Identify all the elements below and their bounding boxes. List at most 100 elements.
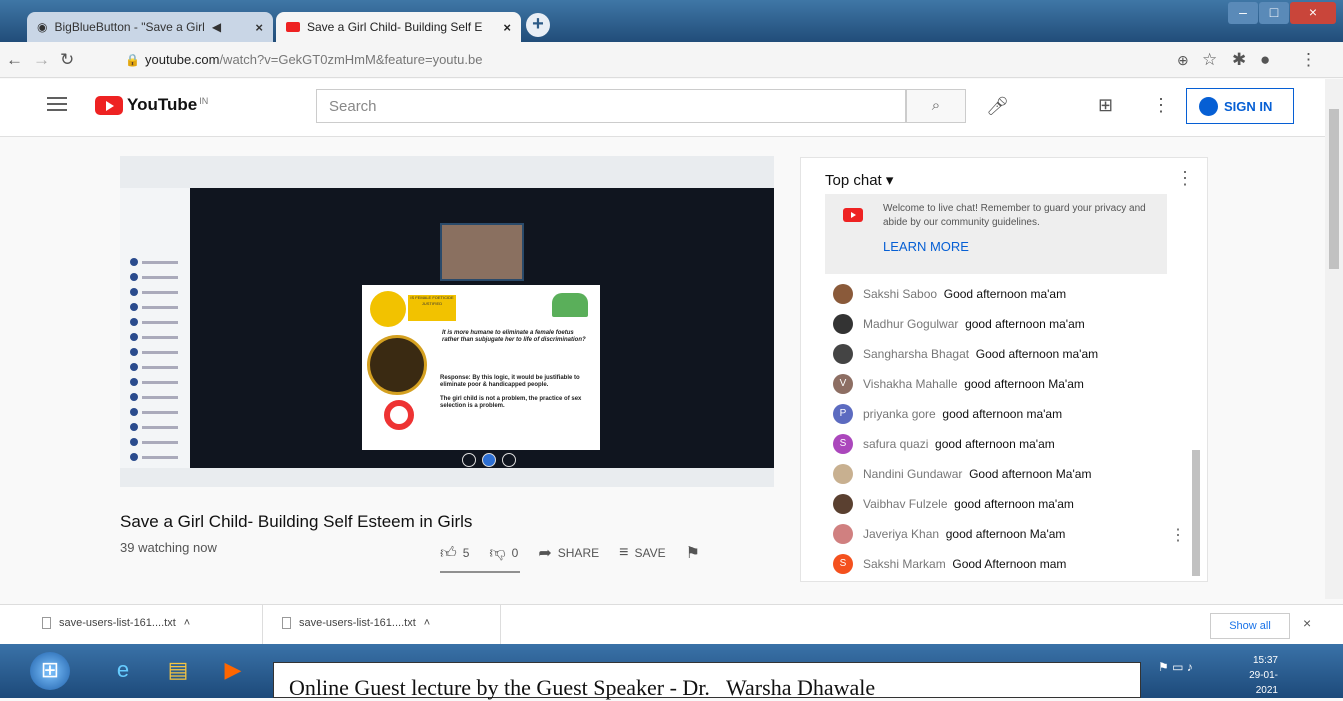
youtube-favicon-icon <box>286 22 300 32</box>
new-tab-button[interactable]: + <box>526 13 550 37</box>
tab-youtube[interactable]: Save a Girl Child- Building Self E × <box>276 12 521 42</box>
file-explorer-icon[interactable]: ▤ <box>155 652 201 690</box>
message-text: good afternoon ma'am <box>942 407 1063 421</box>
page-scrollbar[interactable] <box>1325 79 1343 599</box>
message-menu-icon[interactable]: ⋮ <box>1170 525 1186 545</box>
download-item[interactable]: save-users-list-161....txt ˄ <box>282 617 430 629</box>
share-icon: ➦ <box>538 545 552 562</box>
settings-dots-icon[interactable]: ⋮ <box>1152 95 1170 116</box>
slide-graphic <box>367 335 427 395</box>
phone-control-icon <box>482 453 496 467</box>
minimize-button[interactable]: – <box>1228 2 1258 24</box>
browser-tab-bar: ◉ BigBlueButton - "Save a Girl ◀ × Save … <box>0 0 1343 42</box>
close-downloads-button[interactable]: × <box>1303 615 1311 631</box>
presentation-slide: IS FEMALE FOETICIDE JUSTIFIED It is more… <box>362 285 600 450</box>
chat-message: Ssafura quazi good afternoon ma'am <box>833 432 1055 456</box>
youtube-logo-text: YouTube <box>127 95 198 114</box>
chat-welcome-banner: Welcome to live chat! Remember to guard … <box>825 194 1167 274</box>
chrome-icon: ◉ <box>37 20 48 34</box>
message-text: good afternoon ma'am <box>965 317 1085 331</box>
chat-message: Sangharsha Bhagat Good afternoon ma'am <box>833 342 1098 366</box>
system-tray-icons[interactable]: ⚑ ▭ ♪ <box>1158 660 1193 674</box>
internet-explorer-icon[interactable]: e <box>100 652 146 690</box>
author-name: Madhur Gogulwar <box>863 317 959 331</box>
start-button[interactable]: ⊞ <box>30 652 70 690</box>
reload-icon[interactable]: ↻ <box>60 50 74 70</box>
media-player-icon[interactable]: ▶ <box>210 652 256 690</box>
dislike-button[interactable]: 👎︎ 0 <box>489 544 518 563</box>
close-icon[interactable]: × <box>503 20 511 35</box>
chat-mode-label: Top chat <box>825 172 882 189</box>
search-button[interactable]: ⌕ <box>906 89 966 123</box>
chat-header[interactable]: Top chat ▾ <box>825 171 893 189</box>
save-button[interactable]: ≡ SAVE <box>619 544 665 562</box>
slide-question: It is more humane to eliminate a female … <box>442 330 586 343</box>
download-label: save-users-list-161....txt <box>299 617 416 629</box>
message-text: Good afternoon ma'am <box>943 287 1067 301</box>
dropdown-icon: ▾ <box>885 172 894 189</box>
download-item[interactable]: save-users-list-161....txt ˄ <box>42 617 190 629</box>
menu-dots-icon[interactable]: ⋮ <box>1300 50 1317 70</box>
youtube-icon <box>843 208 863 222</box>
video-player[interactable]: IS FEMALE FOETICIDE JUSTIFIED It is more… <box>120 156 774 487</box>
youtube-logo[interactable]: YouTube IN <box>95 95 208 115</box>
close-window-button[interactable]: × <box>1290 2 1336 24</box>
avatar <box>833 464 853 484</box>
maximize-button[interactable]: □ <box>1259 2 1289 24</box>
author-name: Sakshi Saboo <box>863 287 938 301</box>
like-button[interactable]: 👍︎ 5 <box>440 544 469 563</box>
url-field[interactable]: youtube.com/watch?v=GekGT0zmHmM&feature=… <box>145 52 482 67</box>
shared-screen-browser-bar <box>120 156 774 188</box>
address-bar: ← → ↻ 🔒 youtube.com/watch?v=GekGT0zmHmM&… <box>0 42 1343 78</box>
share-label: SHARE <box>557 546 600 560</box>
hamburger-menu-icon[interactable] <box>47 97 67 111</box>
extension-icon[interactable]: ✱ <box>1232 50 1246 70</box>
chat-scrollbar[interactable] <box>1192 450 1200 576</box>
share-button[interactable]: ➦ SHARE <box>538 543 599 563</box>
avatar <box>833 494 853 514</box>
chat-message: Vaibhav Fulzele good afternoon ma'am <box>833 492 1074 516</box>
sign-in-label: SIGN IN <box>1224 98 1273 114</box>
downloads-bar: save-users-list-161....txt ˄ save-users-l… <box>0 604 1343 645</box>
account-icon <box>1199 96 1218 116</box>
chat-more-icon[interactable]: ⋮ <box>1176 168 1194 189</box>
chevron-up-icon[interactable]: ˄ <box>184 617 190 629</box>
chevron-up-icon[interactable]: ˄ <box>424 617 430 629</box>
search-input[interactable]: Search <box>316 89 906 123</box>
close-icon[interactable]: × <box>255 20 263 35</box>
youtube-play-icon <box>95 95 123 115</box>
profile-icon[interactable]: ● <box>1260 50 1270 70</box>
lecture-caption: Online Guest lecture by the Guest Speake… <box>273 662 1141 700</box>
file-icon <box>42 617 51 629</box>
forward-icon[interactable]: → <box>33 50 50 70</box>
youtube-header: YouTube IN Search ⌕ 🎤︎ ⊞ ⋮ SIGN IN <box>0 79 1325 137</box>
learn-more-link[interactable]: LEARN MORE <box>883 240 1157 254</box>
speaker-webcam <box>440 223 524 281</box>
save-label: SAVE <box>634 546 666 560</box>
tab-bigbluebutton[interactable]: ◉ BigBlueButton - "Save a Girl ◀ × <box>27 12 273 42</box>
search-icon: ⌕ <box>931 97 941 114</box>
author-name: Vishakha Mahalle <box>863 377 958 391</box>
scrollbar-thumb[interactable] <box>1329 109 1339 269</box>
report-button[interactable]: ⚑ <box>686 543 700 563</box>
thumbs-down-icon: 👎︎ <box>489 544 506 562</box>
microphone-icon[interactable]: 🎤︎ <box>986 96 1009 117</box>
show-all-button[interactable]: Show all <box>1210 613 1290 639</box>
message-text: Good Afternoon mam <box>952 557 1067 571</box>
author-name: priyanka gore <box>863 407 936 421</box>
mic-control-icon <box>462 453 476 467</box>
clock-time: 15:37 <box>1252 655 1278 666</box>
star-icon[interactable]: ☆ <box>1202 50 1217 70</box>
avatar: P <box>833 404 853 424</box>
author-name: Sakshi Markam <box>863 557 946 571</box>
message-text: good afternoon ma'am <box>935 437 1055 451</box>
chat-message: Nandini Gundawar Good afternoon Ma'am <box>833 462 1091 486</box>
apps-grid-icon[interactable]: ⊞ <box>1098 95 1113 116</box>
message-text: Good afternoon Ma'am <box>969 467 1092 481</box>
playlist-add-icon: ≡ <box>619 544 629 561</box>
slide-response: Response: By this logic, it would be jus… <box>440 375 580 388</box>
add-icon[interactable]: ⊕ <box>1177 52 1189 69</box>
back-icon[interactable]: ← <box>6 50 23 70</box>
taskbar-clock[interactable]: 15:37 29-01-2021 <box>1228 653 1278 698</box>
sign-in-button[interactable]: SIGN IN <box>1186 88 1294 124</box>
